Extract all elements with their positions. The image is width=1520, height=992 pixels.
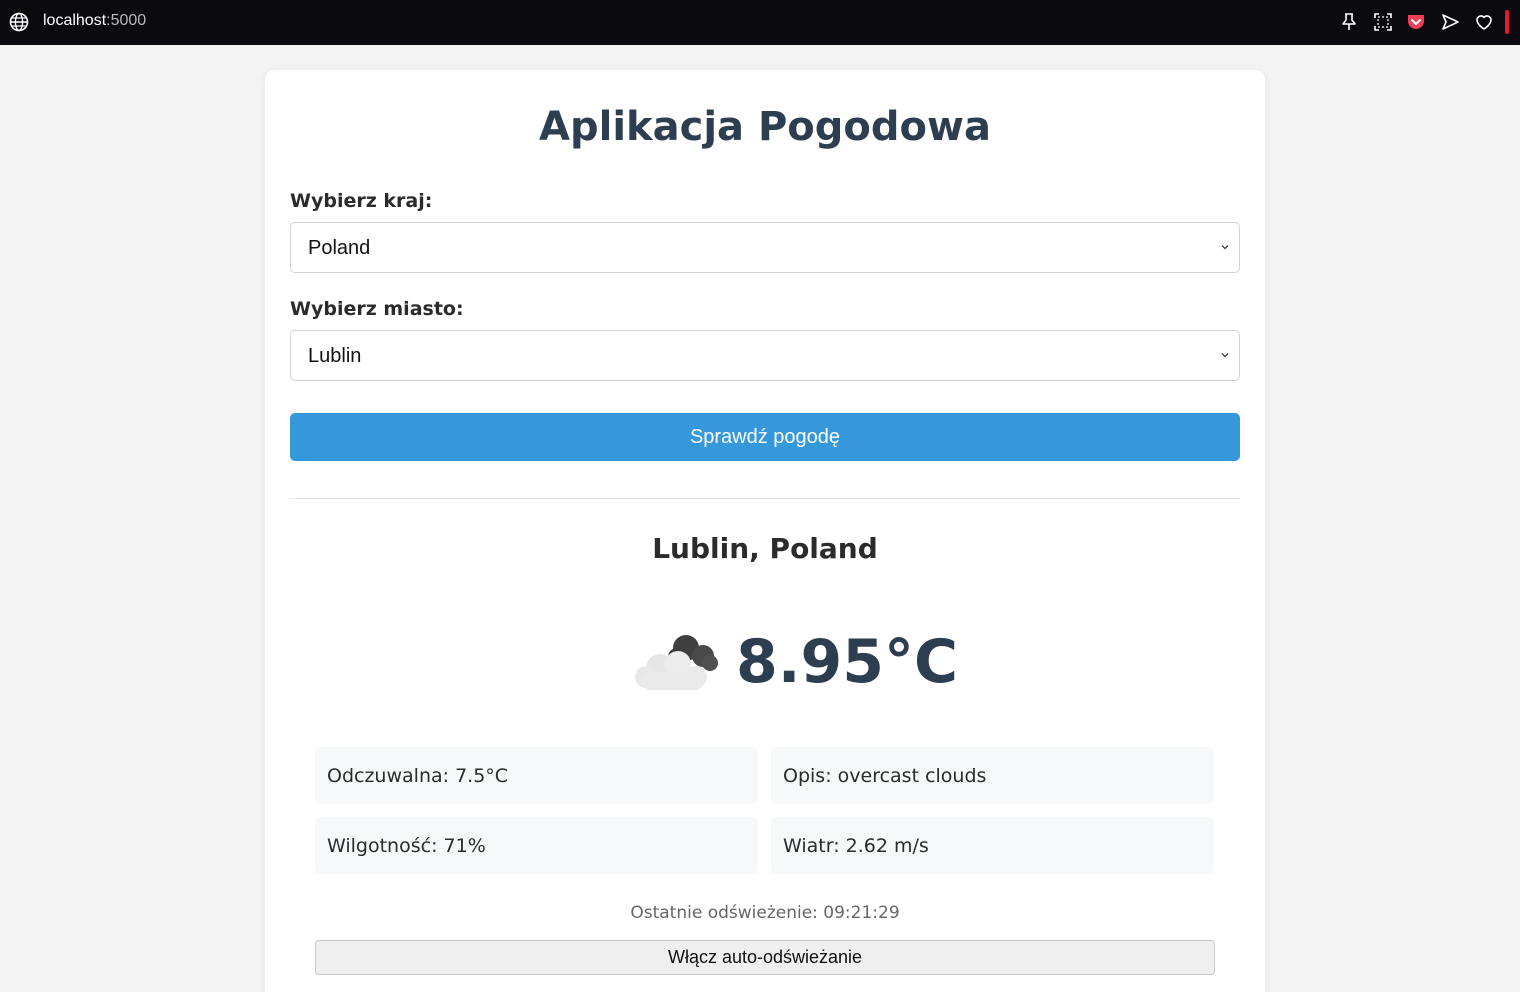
url-port: :5000 <box>106 12 147 29</box>
country-select-value: Poland <box>308 237 371 259</box>
address-bar[interactable]: localhost:5000 <box>43 12 146 30</box>
city-select-value: Lublin <box>308 345 362 367</box>
screenshot-icon[interactable] <box>1373 12 1393 32</box>
location-heading: Lublin, Poland <box>652 532 878 565</box>
heart-icon[interactable] <box>1474 12 1494 32</box>
globe-icon <box>9 12 29 32</box>
city-select[interactable]: Lublin <box>290 330 1240 381</box>
last-refresh-text: Ostatnie odświeżenie: 09:21:29 <box>630 903 900 923</box>
toolbar-accent-bar <box>1505 10 1509 34</box>
chevron-down-icon <box>1221 245 1229 250</box>
temperature-row: 8.95°C <box>630 625 958 705</box>
city-label: Wybierz miasto: <box>290 298 464 320</box>
send-icon[interactable] <box>1440 12 1460 32</box>
country-select[interactable]: Poland <box>290 222 1240 273</box>
description-box: Opis: overcast clouds <box>771 747 1214 804</box>
page-title: Aplikacja Pogodowa <box>539 104 991 150</box>
overcast-clouds-icon <box>635 635 718 690</box>
check-weather-button[interactable]: Sprawdź pogodę <box>290 413 1240 461</box>
pocket-icon[interactable] <box>1406 12 1426 32</box>
auto-refresh-button[interactable]: Włącz auto-odświeżanie <box>315 940 1215 975</box>
pin-icon[interactable] <box>1339 12 1359 32</box>
humidity-text: Wilgotność: 71% <box>327 835 486 857</box>
wind-text: Wiatr: 2.62 m/s <box>783 835 929 857</box>
feels-like-text: Odczuwalna: 7.5°C <box>327 765 509 787</box>
wind-box: Wiatr: 2.62 m/s <box>771 817 1214 874</box>
temperature-value: 8.95°C <box>736 627 959 697</box>
country-label: Wybierz kraj: <box>290 190 433 212</box>
url-host: localhost <box>43 12 107 29</box>
chevron-down-icon <box>1221 353 1229 358</box>
divider <box>290 498 1240 499</box>
browser-toolbar: localhost:5000 <box>0 0 1520 45</box>
feels-like-box: Odczuwalna: 7.5°C <box>315 747 758 804</box>
description-text: Opis: overcast clouds <box>783 765 987 787</box>
humidity-box: Wilgotność: 71% <box>315 817 758 874</box>
